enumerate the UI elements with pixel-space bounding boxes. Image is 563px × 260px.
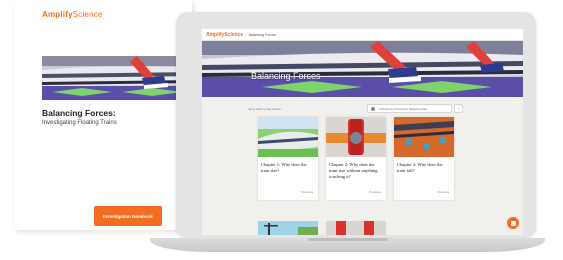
chapter-1-title: Chapter 1: Why does the train rise? bbox=[261, 162, 307, 173]
jump-back-link[interactable]: Jump back to last lesson bbox=[248, 107, 281, 111]
chapter-card-2[interactable]: Chapter 2: Why does the train rise witho… bbox=[326, 117, 386, 200]
notebook-logo-brand: Amplify bbox=[42, 10, 73, 19]
filter-icon bbox=[371, 106, 375, 111]
notebook-icon[interactable] bbox=[507, 217, 519, 229]
breadcrumb-separator: › bbox=[245, 32, 247, 37]
notebook-cover-art bbox=[42, 56, 198, 100]
notebook-logo-product: Science bbox=[72, 10, 103, 19]
notebook-title: Balancing Forces: bbox=[42, 108, 116, 118]
chapter-card-3[interactable]: Chapter 3: Why does the train fall? 3 Le… bbox=[394, 117, 454, 200]
app-header: AmplifyScience › Balancing Forces bbox=[202, 29, 523, 41]
notebook-icon-glyph bbox=[510, 220, 516, 226]
laptop-base bbox=[150, 238, 545, 252]
chapter-1-image bbox=[258, 117, 318, 157]
chapter-2-lesson-count: 8 Lessons bbox=[369, 191, 381, 194]
hero-title: Balancing Forces bbox=[251, 71, 321, 81]
app-logo[interactable]: AmplifyScience bbox=[206, 32, 243, 38]
chapter-card-4[interactable] bbox=[258, 221, 318, 235]
magnets-image bbox=[326, 117, 386, 157]
chapter-card-1[interactable]: Chapter 1: Why does the train rise? 5 Le… bbox=[258, 117, 318, 200]
product-showcase: AmplifyScience Balancing Forces: Investi… bbox=[0, 0, 563, 260]
chevron-icon[interactable]: › bbox=[454, 104, 463, 113]
investigation-notebook-cover: AmplifyScience Balancing Forces: Investi… bbox=[14, 0, 198, 230]
chapter-2-image bbox=[326, 117, 386, 157]
chapter-4-image bbox=[258, 221, 318, 235]
unit-hero-banner: Balancing Forces bbox=[202, 41, 523, 97]
lesson-filter-value: Unlocked by Previously Visited/Locked bbox=[379, 106, 427, 111]
laptop-screen: AmplifyScience › Balancing Forces Balanc… bbox=[202, 29, 523, 235]
train-illustration bbox=[42, 56, 198, 100]
breadcrumb[interactable]: Balancing Forces bbox=[249, 33, 276, 37]
chapter-card-5[interactable] bbox=[326, 221, 386, 235]
hero-train-illustration bbox=[202, 41, 523, 97]
notebook-logo: AmplifyScience bbox=[42, 10, 103, 19]
chapter-3-image bbox=[394, 117, 454, 157]
chapter-3-lesson-count: 3 Lessons bbox=[437, 191, 449, 194]
chapter-3-title: Chapter 3: Why does the train fall? bbox=[397, 162, 443, 173]
chapter-1-lesson-count: 5 Lessons bbox=[301, 191, 313, 194]
lesson-filter-select[interactable]: Unlocked by Previously Visited/Locked bbox=[367, 104, 452, 113]
chapter-2-title: Chapter 2: Why does the train rise witho… bbox=[329, 162, 378, 179]
chapter-5-image bbox=[326, 221, 386, 235]
lesson-toolbar: Jump back to last lesson Unlocked by Pre… bbox=[202, 97, 523, 115]
notebook-subtitle: Investigating Floating Trains bbox=[42, 120, 117, 126]
train-image bbox=[258, 117, 318, 157]
sinking-train-image bbox=[394, 117, 454, 157]
laptop-frame: AmplifyScience › Balancing Forces Balanc… bbox=[176, 12, 536, 245]
laptop-base-notch bbox=[308, 238, 388, 241]
investigation-notebook-button[interactable]: Investigation Notebook bbox=[94, 206, 162, 226]
